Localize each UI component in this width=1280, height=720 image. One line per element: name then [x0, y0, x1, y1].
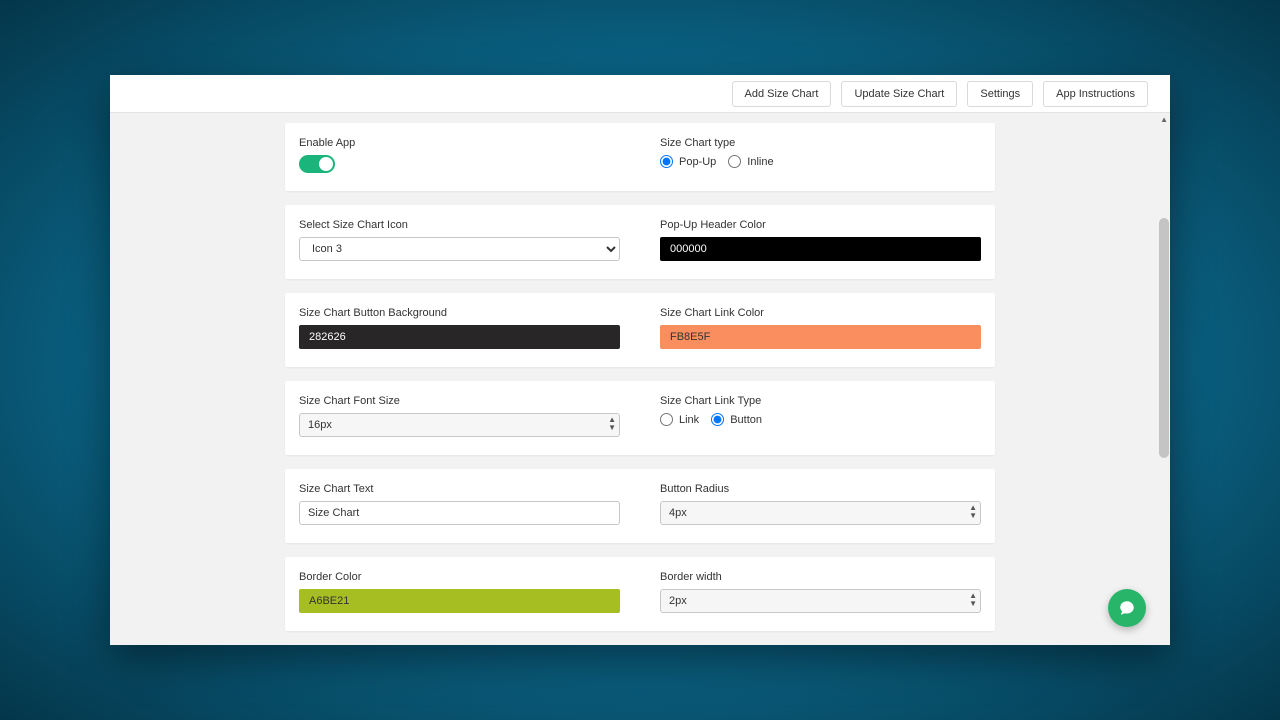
- type-inline-radio[interactable]: [728, 155, 741, 168]
- app-instructions-button[interactable]: App Instructions: [1043, 81, 1148, 107]
- app-window: Add Size Chart Update Size Chart Setting…: [110, 75, 1170, 645]
- border-width-input[interactable]: 2px ▲▼: [660, 589, 981, 613]
- panel-buttonbg-linkcolor: Size Chart Button Background 282626 Size…: [285, 293, 995, 367]
- popup-header-color-label: Pop-Up Header Color: [660, 219, 981, 231]
- panel-bordercolor-width: Border Color A6BE21 Border width 2px ▲▼: [285, 557, 995, 631]
- type-popup-radio[interactable]: [660, 155, 673, 168]
- popup-header-color-input[interactable]: 000000: [660, 237, 981, 261]
- button-bg-label: Size Chart Button Background: [299, 307, 620, 319]
- update-size-chart-button[interactable]: Update Size Chart: [841, 81, 957, 107]
- size-chart-text-label: Size Chart Text: [299, 483, 620, 495]
- chat-widget-button[interactable]: [1108, 589, 1146, 627]
- size-chart-type-radios: Pop-Up Inline: [660, 155, 981, 168]
- scroll-up-icon[interactable]: ▲: [1160, 115, 1168, 124]
- settings-button[interactable]: Settings: [967, 81, 1033, 107]
- border-color-label: Border Color: [299, 571, 620, 583]
- panel-enable-type: Enable App Size Chart type Pop-Up Inline: [285, 123, 995, 191]
- type-popup-label: Pop-Up: [679, 156, 716, 168]
- font-size-label: Size Chart Font Size: [299, 395, 620, 407]
- button-radius-label: Button Radius: [660, 483, 981, 495]
- chat-icon: [1118, 599, 1136, 617]
- link-color-input[interactable]: FB8E5F: [660, 325, 981, 349]
- enable-app-toggle[interactable]: [299, 155, 335, 173]
- type-inline-label: Inline: [747, 156, 773, 168]
- link-color-label: Size Chart Link Color: [660, 307, 981, 319]
- link-type-radios: Link Button: [660, 413, 981, 426]
- scrollbar-thumb[interactable]: [1159, 218, 1169, 458]
- link-type-button-label: Button: [730, 414, 762, 426]
- link-type-link-label: Link: [679, 414, 699, 426]
- enable-app-label: Enable App: [299, 137, 620, 149]
- select-icon-label: Select Size Chart Icon: [299, 219, 620, 231]
- border-width-label: Border width: [660, 571, 981, 583]
- content-area: Enable App Size Chart type Pop-Up Inline…: [110, 113, 1170, 645]
- link-type-link-radio[interactable]: [660, 413, 673, 426]
- stepper-icon[interactable]: ▲▼: [969, 592, 977, 608]
- panel-fontsize-linktype: Size Chart Font Size 16px ▲▼ Size Chart …: [285, 381, 995, 455]
- button-bg-input[interactable]: 282626: [299, 325, 620, 349]
- link-type-button-radio[interactable]: [711, 413, 724, 426]
- stepper-icon[interactable]: ▲▼: [608, 416, 616, 432]
- size-chart-text-input[interactable]: [299, 501, 620, 525]
- panel-text-radius: Size Chart Text Button Radius 4px ▲▼: [285, 469, 995, 543]
- panel-icon-header: Select Size Chart Icon Icon 3 Pop-Up Hea…: [285, 205, 995, 279]
- stepper-icon[interactable]: ▲▼: [969, 504, 977, 520]
- scrollbar[interactable]: ▲: [1158, 113, 1170, 645]
- button-radius-input[interactable]: 4px ▲▼: [660, 501, 981, 525]
- size-chart-type-label: Size Chart type: [660, 137, 981, 149]
- topbar: Add Size Chart Update Size Chart Setting…: [110, 75, 1170, 113]
- link-type-label: Size Chart Link Type: [660, 395, 981, 407]
- select-icon-dropdown[interactable]: Icon 3: [299, 237, 620, 261]
- border-color-input[interactable]: A6BE21: [299, 589, 620, 613]
- font-size-input[interactable]: 16px ▲▼: [299, 413, 620, 437]
- add-size-chart-button[interactable]: Add Size Chart: [732, 81, 832, 107]
